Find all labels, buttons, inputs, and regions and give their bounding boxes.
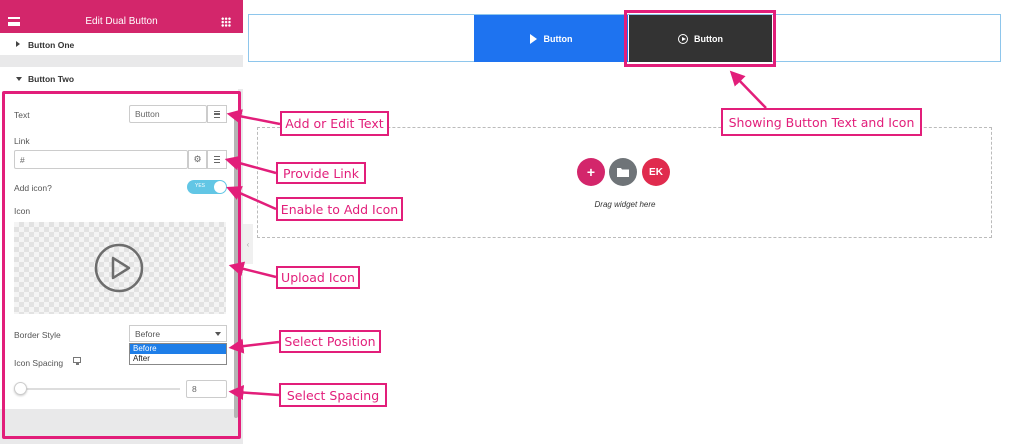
arrow-showing — [729, 70, 767, 109]
arrow-toggle — [226, 186, 277, 211]
arrow-spacing — [228, 385, 280, 401]
annotation-arrows — [224, 70, 767, 401]
arrow-link — [224, 155, 277, 175]
arrow-position — [228, 338, 280, 354]
arrow-text — [226, 109, 281, 126]
arrow-upload — [228, 261, 277, 279]
